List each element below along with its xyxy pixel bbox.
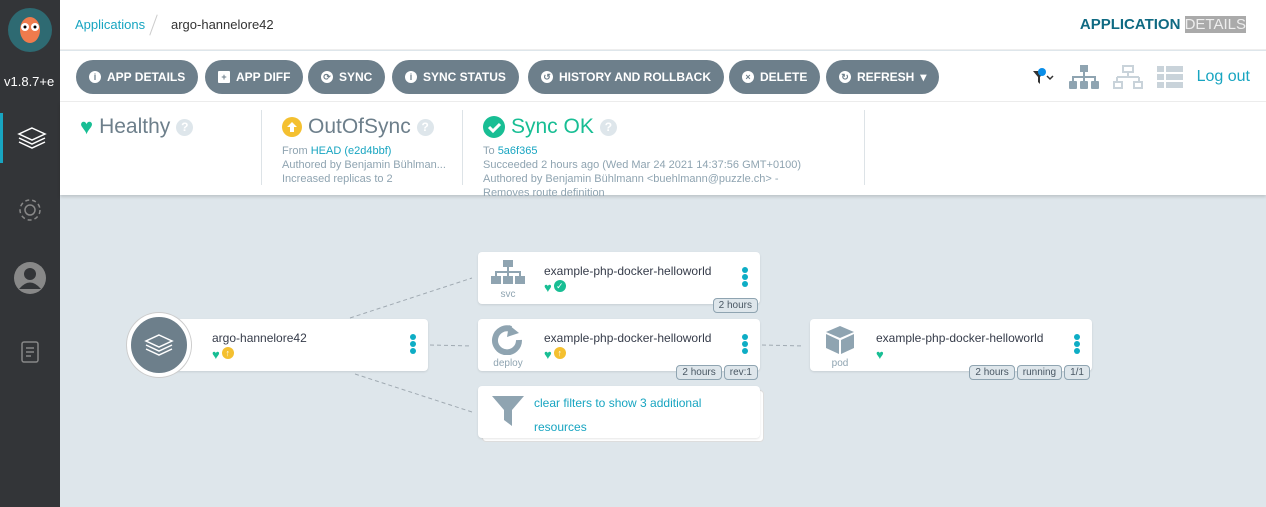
synced-check-icon: ✓ <box>553 280 566 292</box>
pod-cube-icon <box>826 326 854 354</box>
age-tag: 2 hours <box>712 298 758 313</box>
clear-filters-link[interactable]: clear filters to show 3 additional resou… <box>534 391 734 439</box>
node-name: example-php-docker-helloworld <box>544 264 712 278</box>
more-menu-icon[interactable] <box>742 267 748 288</box>
layers-icon <box>144 334 174 356</box>
app-node[interactable]: argo-hannelore42 ♥ ↑ <box>150 319 428 371</box>
out-of-sync-icon: ↑ <box>221 347 234 359</box>
svc-node[interactable]: svc example-php-docker-helloworld ♥ ✓ 2 h… <box>478 252 760 313</box>
heart-icon: ♥ <box>544 280 552 295</box>
edge-app-deploy <box>429 344 473 347</box>
heart-icon: ♥ <box>544 347 552 362</box>
edge-deploy-pod <box>761 344 805 347</box>
filtered-resources-node[interactable]: clear filters to show 3 additional resou… <box>478 386 760 438</box>
filter-funnel-icon <box>492 396 524 426</box>
node-kind: svc <box>500 289 516 300</box>
ready-tag: 1/1 <box>1064 365 1090 380</box>
more-menu-icon[interactable] <box>410 334 416 355</box>
pod-node[interactable]: pod example-php-docker-helloworld ♥ 2 ho… <box>810 319 1092 380</box>
node-name: argo-hannelore42 <box>212 331 307 345</box>
more-menu-icon[interactable] <box>1074 334 1080 355</box>
heart-icon: ♥ <box>212 347 220 362</box>
node-kind: pod <box>831 358 849 369</box>
edge-app-filter <box>354 373 473 413</box>
node-kind: deploy <box>493 358 523 369</box>
out-of-sync-icon: ↑ <box>553 347 566 359</box>
deployment-icon <box>492 325 523 356</box>
service-icon <box>491 260 525 284</box>
app-node-icon <box>127 313 191 377</box>
node-name: example-php-docker-helloworld <box>544 331 712 345</box>
revision-tag: rev:1 <box>723 365 758 380</box>
edge-app-svc <box>349 277 473 319</box>
deploy-node[interactable]: deploy example-php-docker-helloworld ♥ ↑ … <box>478 319 760 380</box>
heart-icon: ♥ <box>876 347 884 362</box>
node-name: example-php-docker-helloworld <box>876 331 1044 345</box>
age-tag: 2 hours <box>676 365 722 380</box>
age-tag: 2 hours <box>969 365 1015 380</box>
more-menu-icon[interactable] <box>742 334 748 355</box>
status-tag: running <box>1016 365 1063 380</box>
